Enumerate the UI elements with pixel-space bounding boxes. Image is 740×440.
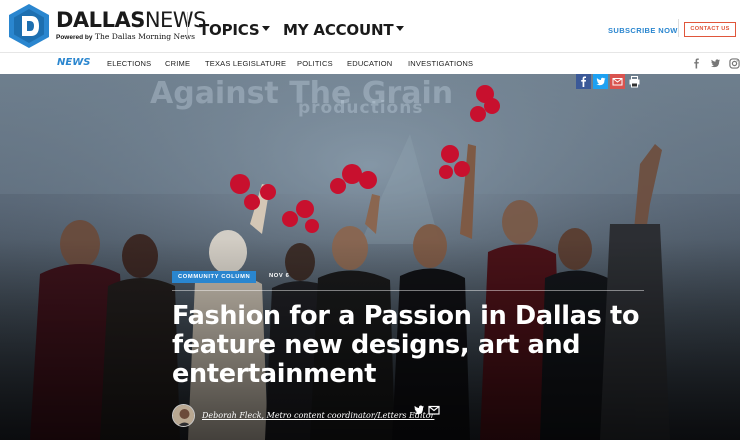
twitter-icon[interactable] bbox=[593, 74, 608, 89]
print-icon[interactable] bbox=[627, 74, 642, 89]
section-nav: NEWS ELECTIONS CRIME TEXAS LEGISLATURE P… bbox=[0, 52, 740, 74]
topics-menu[interactable]: TOPICS bbox=[199, 21, 271, 39]
section-nav-news[interactable]: NEWS bbox=[57, 57, 90, 68]
contact-us-button[interactable]: CONTACT US bbox=[684, 22, 736, 37]
nav-item-elections[interactable]: ELECTIONS bbox=[107, 59, 151, 68]
headline[interactable]: Fashion for a Passion in Dallas to featu… bbox=[172, 302, 652, 389]
header-divider bbox=[678, 19, 679, 37]
meta-divider bbox=[172, 290, 644, 291]
article-date: NOV 6 bbox=[269, 273, 290, 279]
chevron-down-icon bbox=[262, 26, 271, 31]
chevron-down-icon bbox=[396, 26, 405, 31]
nav-item-investigations[interactable]: INVESTIGATIONS bbox=[408, 59, 473, 68]
email-icon[interactable] bbox=[610, 74, 625, 89]
author-avatar[interactable] bbox=[172, 404, 195, 427]
twitter-icon[interactable] bbox=[710, 58, 721, 69]
email-icon[interactable] bbox=[428, 404, 440, 416]
author-name[interactable]: Deborah Fleck, Metro content coordinator… bbox=[202, 411, 434, 420]
header-divider bbox=[187, 12, 188, 40]
site-header: DALLASNEWS Powered by The Dallas Morning… bbox=[0, 0, 740, 52]
instagram-icon[interactable] bbox=[729, 58, 740, 69]
nav-item-texas-legislature[interactable]: TEXAS LEGISLATURE bbox=[205, 59, 286, 68]
backdrop-banner-sub: productions bbox=[298, 98, 424, 118]
brand-name: DALLASNEWS bbox=[56, 8, 206, 32]
hero-image[interactable]: Against The Grain productions COMMUNITY … bbox=[0, 74, 740, 440]
facebook-icon[interactable] bbox=[576, 74, 591, 89]
nav-item-crime[interactable]: CRIME bbox=[165, 59, 190, 68]
dallasnews-logo-icon[interactable] bbox=[7, 3, 51, 49]
nav-item-education[interactable]: EDUCATION bbox=[347, 59, 392, 68]
twitter-icon[interactable] bbox=[413, 404, 425, 416]
brand-tagline: Powered by The Dallas Morning News bbox=[56, 32, 196, 41]
subscribe-link[interactable]: SUBSCRIBE NOW bbox=[608, 26, 678, 35]
nav-item-politics[interactable]: POLITICS bbox=[297, 59, 333, 68]
brand[interactable]: DALLASNEWS Powered by The Dallas Morning… bbox=[56, 9, 206, 41]
category-badge[interactable]: COMMUNITY COLUMN bbox=[172, 271, 257, 283]
facebook-icon[interactable] bbox=[691, 58, 702, 69]
my-account-menu[interactable]: MY ACCOUNT bbox=[283, 21, 405, 39]
